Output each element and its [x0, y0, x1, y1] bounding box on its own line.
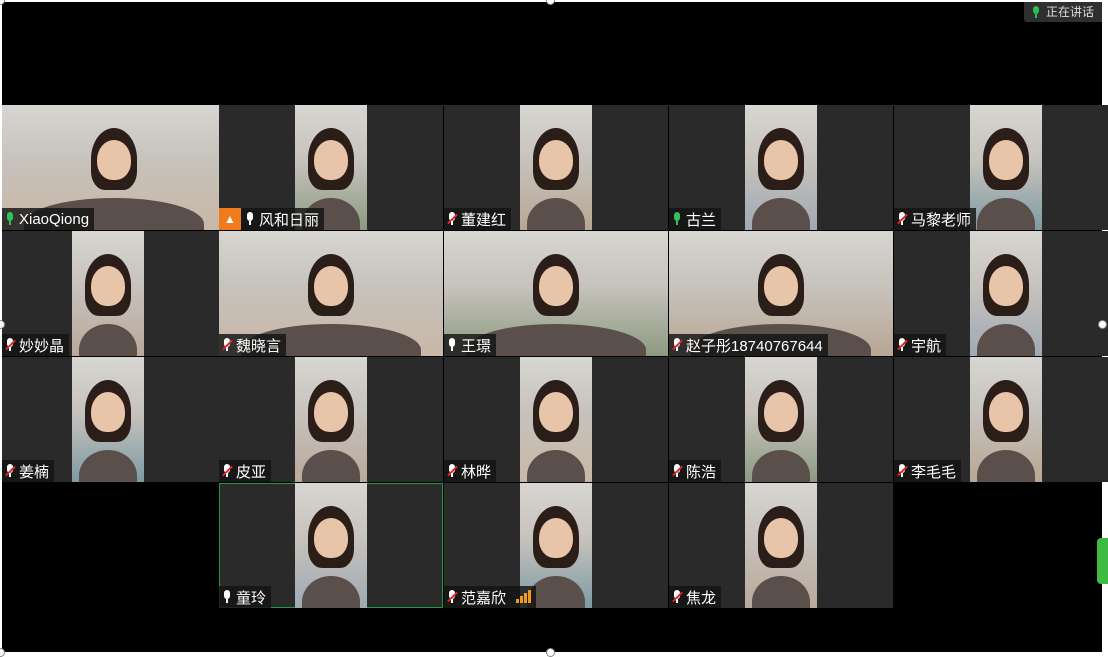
- participant-nametag: 李毛毛: [894, 460, 962, 482]
- participant-name: 李毛毛: [911, 463, 957, 481]
- mic-muted-icon: [897, 338, 908, 352]
- side-panel-tab[interactable]: [1097, 538, 1108, 584]
- participant-nametag: ▲ 风和日丽: [219, 208, 325, 230]
- participant-tile[interactable]: 董建红: [444, 105, 668, 230]
- participant-tile[interactable]: 古兰: [669, 105, 893, 230]
- participant-video: [745, 105, 817, 230]
- participant-nametag: 童玲: [219, 586, 272, 608]
- resize-handle-bottom-left[interactable]: [0, 648, 5, 657]
- participant-tile[interactable]: 李毛毛: [894, 357, 1108, 482]
- participant-tile[interactable]: XiaoQiong: [2, 105, 226, 230]
- participant-name: 宇航: [911, 337, 942, 355]
- participant-name: 妙妙晶: [19, 337, 65, 355]
- participant-nametag: 姜楠: [2, 460, 55, 482]
- participant-tile[interactable]: 妙妙晶: [2, 231, 226, 356]
- mic-icon: [5, 212, 15, 226]
- participant-video: [970, 105, 1042, 230]
- participant-video: [745, 483, 817, 608]
- participant-name: 王璟: [461, 337, 492, 355]
- participant-tile[interactable]: 范嘉欣: [444, 483, 668, 608]
- participant-nametag: 王璟: [444, 334, 497, 356]
- participant-video: [72, 231, 144, 356]
- participant-name: 焦龙: [686, 589, 717, 607]
- mic-muted-icon: [672, 338, 683, 352]
- participant-nametag: 林晔: [444, 460, 497, 482]
- meeting-stage: 正在讲话 XiaoQiong ▲ 风和日丽 董建红 古兰 马黎老师妙妙晶 魏晓言 王璟 赵子彤1…: [2, 2, 1108, 652]
- participant-nametag: 魏晓言: [219, 334, 287, 356]
- mic-muted-icon: [447, 212, 458, 226]
- participant-tile[interactable]: 皮亚: [219, 357, 443, 482]
- participant-tile[interactable]: 魏晓言: [219, 231, 443, 356]
- participant-name: 陈浩: [686, 463, 717, 481]
- participant-name: 范嘉欣: [461, 589, 507, 607]
- speaking-indicator: 正在讲话: [1023, 2, 1102, 22]
- participant-tile[interactable]: 赵子彤18740767644: [669, 231, 893, 356]
- participant-name: XiaoQiong: [19, 210, 90, 228]
- mic-muted-icon: [5, 464, 16, 478]
- participant-name: 姜楠: [19, 463, 50, 481]
- participant-tile[interactable]: ▲ 风和日丽: [219, 105, 443, 230]
- participant-nametag: XiaoQiong: [2, 208, 95, 230]
- participant-video: [295, 357, 367, 482]
- participant-tile[interactable]: 林晔: [444, 357, 668, 482]
- participant-name: 赵子彤18740767644: [686, 337, 823, 355]
- participant-video: [520, 105, 592, 230]
- participant-video: [745, 357, 817, 482]
- participant-nametag: 宇航: [894, 334, 947, 356]
- participant-tile[interactable]: 陈浩: [669, 357, 893, 482]
- participant-nametag: 妙妙晶: [2, 334, 70, 356]
- mic-muted-icon: [5, 338, 16, 352]
- participant-video: [970, 231, 1042, 356]
- mic-icon: [447, 338, 457, 352]
- participant-nametag: 董建红: [444, 208, 512, 230]
- resize-handle-right[interactable]: [1098, 320, 1107, 329]
- participant-name: 魏晓言: [236, 337, 282, 355]
- participant-video: [970, 357, 1042, 482]
- participant-video: [72, 357, 144, 482]
- mic-muted-icon: [897, 212, 908, 226]
- participant-nametag: 陈浩: [669, 460, 722, 482]
- participant-tile[interactable]: 焦龙: [669, 483, 893, 608]
- mic-icon: [222, 590, 232, 604]
- participant-nametag: 马黎老师: [894, 208, 977, 230]
- mic-muted-icon: [447, 590, 458, 604]
- participant-tile[interactable]: 童玲: [219, 483, 443, 608]
- mic-icon: [245, 212, 255, 226]
- mic-muted-icon: [222, 464, 233, 478]
- participant-nametag: 古兰: [669, 208, 722, 230]
- resize-handle-bottom[interactable]: [546, 648, 555, 657]
- participant-nametag: 赵子彤18740767644: [669, 334, 828, 356]
- mic-muted-icon: [897, 464, 908, 478]
- mic-muted-icon: [672, 590, 683, 604]
- participant-name: 董建红: [461, 211, 507, 229]
- participant-tile[interactable]: 姜楠: [2, 357, 226, 482]
- mic-muted-icon: [672, 464, 683, 478]
- participant-video: [295, 483, 367, 608]
- participant-tile[interactable]: 王璟: [444, 231, 668, 356]
- participant-name: 童玲: [236, 589, 267, 607]
- mic-muted-icon: [447, 464, 458, 478]
- participant-name: 古兰: [686, 211, 717, 229]
- participant-tile[interactable]: 马黎老师: [894, 105, 1108, 230]
- participant-nametag: 皮亚: [219, 460, 272, 482]
- mic-muted-icon: [222, 338, 233, 352]
- participant-nametag: 焦龙: [669, 586, 722, 608]
- speaking-label: 正在讲话: [1045, 5, 1094, 19]
- participant-nametag: 范嘉欣: [444, 586, 537, 608]
- host-avatar-icon: ▲: [219, 208, 241, 230]
- mic-icon: [672, 212, 682, 226]
- participant-grid: XiaoQiong ▲ 风和日丽 董建红 古兰 马黎老师妙妙晶 魏晓言 王璟 赵子彤187407…: [2, 105, 1108, 609]
- participant-name: 马黎老师: [911, 211, 972, 229]
- participant-name: 皮亚: [236, 463, 267, 481]
- participant-name: 风和日丽: [259, 211, 320, 229]
- mic-icon: [1032, 6, 1040, 18]
- signal-bars-icon: [516, 590, 532, 603]
- participant-name: 林晔: [461, 463, 492, 481]
- participant-video: [520, 357, 592, 482]
- participant-tile[interactable]: 宇航: [894, 231, 1108, 356]
